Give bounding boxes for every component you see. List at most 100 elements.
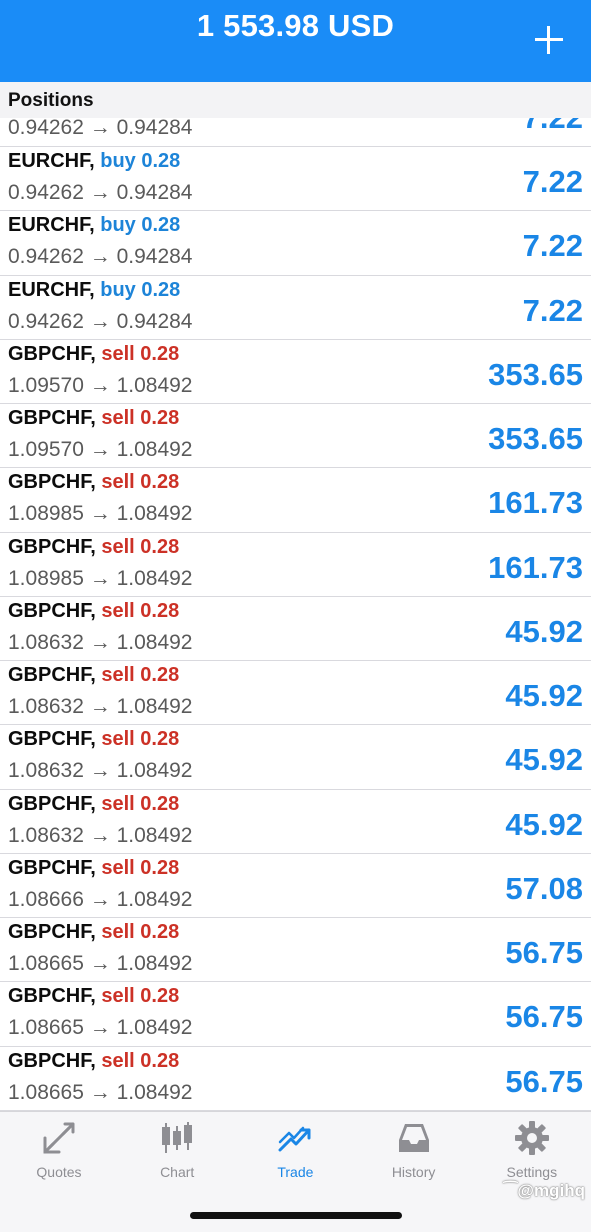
position-side-volume: sell 0.28 [101, 1049, 180, 1072]
position-title: GBPCHF, sell 0.28 [8, 1050, 179, 1073]
position-row[interactable]: GBPCHF, sell 0.28 1.08632 → 1.08492 45.92 [0, 725, 591, 790]
tab-chart[interactable]: Chart [118, 1112, 236, 1192]
position-profit: 56.75 [505, 999, 583, 1035]
position-symbol: GBPCHF, [8, 921, 96, 943]
tab-settings[interactable]: Settings [473, 1112, 591, 1192]
position-row[interactable]: EURCHF, buy 0.28 0.94262 → 0.94284 7.22 [0, 276, 591, 340]
position-prices: 1.08632 → 1.08492 [8, 823, 193, 847]
position-title: GBPCHF, sell 0.28 [8, 664, 179, 687]
positions-list[interactable]: 0.94262 → 0.94284 7.22 EURCHF, buy 0.28 0… [0, 118, 591, 1111]
positions-section-header: Positions [0, 82, 591, 118]
position-title: EURCHF, buy 0.28 [8, 150, 180, 173]
position-title: EURCHF, buy 0.28 [8, 214, 180, 237]
candlestick-chart-icon [159, 1120, 195, 1156]
position-symbol: EURCHF, [8, 150, 95, 172]
position-row-partial[interactable]: 0.94262 → 0.94284 7.22 [0, 118, 591, 147]
account-balance-title: 1 553.98 USD [196, 8, 395, 43]
position-title: GBPCHF, sell 0.28 [8, 536, 179, 559]
position-title: GBPCHF, sell 0.28 [8, 471, 179, 494]
position-side-volume: sell 0.28 [101, 535, 180, 558]
position-prices: 0.94262 → 0.94284 [8, 118, 193, 139]
tab-label: Chart [160, 1164, 195, 1180]
position-row[interactable]: EURCHF, buy 0.28 0.94262 → 0.94284 7.22 [0, 147, 591, 212]
position-profit: 56.75 [505, 935, 583, 970]
position-row[interactable]: GBPCHF, sell 0.28 1.08632 → 1.08492 45.92 [0, 661, 591, 726]
position-row[interactable]: GBPCHF, sell 0.28 1.08665 → 1.08492 56.75 [0, 982, 591, 1047]
position-row[interactable]: GBPCHF, sell 0.28 1.09570 → 1.08492 353.65 [0, 404, 591, 469]
section-title: Positions [8, 90, 94, 111]
position-side-volume: sell 0.28 [101, 471, 180, 494]
position-side-volume: buy 0.28 [100, 214, 181, 237]
tab-label: Quotes [36, 1164, 82, 1180]
position-symbol: GBPCHF, [8, 535, 96, 558]
position-row[interactable]: GBPCHF, sell 0.28 1.08985 → 1.08492 161.73 [0, 533, 591, 597]
position-profit: 161.73 [488, 485, 583, 521]
position-symbol: EURCHF, [8, 278, 95, 301]
position-prices: 0.94262 → 0.94284 [8, 245, 193, 269]
position-title: GBPCHF, sell 0.28 [8, 343, 179, 366]
position-profit: 45.92 [505, 613, 583, 649]
tab-label: Trade [277, 1164, 314, 1180]
position-row[interactable]: GBPCHF, sell 0.28 1.08632 → 1.08492 45.92 [0, 597, 591, 661]
top-bar: 1 553.98 USD [0, 0, 591, 82]
position-row[interactable]: GBPCHF, sell 0.28 1.08666 → 1.08492 57.08 [0, 854, 591, 918]
position-row[interactable]: EURCHF, buy 0.28 0.94262 → 0.94284 7.22 [0, 211, 591, 276]
position-profit: 353.65 [488, 356, 583, 392]
position-row[interactable]: GBPCHF, sell 0.28 1.08985 → 1.08492 161.73 [0, 468, 591, 533]
position-prices: 1.08665 → 1.08492 [8, 1080, 193, 1104]
position-profit: 45.92 [505, 806, 583, 842]
inbox-tray-icon [396, 1120, 432, 1156]
position-prices: 0.94262 → 0.94284 [8, 309, 193, 333]
position-profit: 45.92 [505, 742, 583, 778]
position-symbol: GBPCHF, [8, 985, 96, 1008]
watermark: ⁀@mgihq [503, 1181, 585, 1200]
position-symbol: GBPCHF, [8, 1049, 96, 1072]
position-side-volume: sell 0.28 [101, 407, 180, 429]
position-side-volume: sell 0.28 [101, 792, 180, 815]
position-symbol: GBPCHF, [8, 792, 96, 815]
tab-quotes[interactable]: Quotes [0, 1112, 118, 1192]
position-prices: 1.08665 → 1.08492 [8, 952, 193, 975]
tab-label: History [391, 1164, 436, 1180]
position-symbol: GBPCHF, [8, 471, 96, 494]
position-title: GBPCHF, sell 0.28 [8, 857, 179, 880]
position-side-volume: sell 0.28 [101, 664, 180, 686]
position-title: GBPCHF, sell 0.28 [8, 600, 179, 623]
position-side-volume: sell 0.28 [101, 599, 180, 622]
trade-icon [277, 1120, 313, 1156]
position-symbol: GBPCHF, [8, 664, 96, 686]
position-prices: 1.09570 → 1.08492 [8, 373, 193, 397]
position-symbol: GBPCHF, [8, 599, 96, 622]
position-side-volume: buy 0.28 [100, 278, 181, 301]
home-indicator [190, 1212, 402, 1219]
tab-history[interactable]: History [355, 1112, 473, 1192]
plus-icon[interactable] [533, 24, 565, 56]
tab-trade[interactable]: Trade [236, 1112, 354, 1192]
position-prices: 1.08632 → 1.08492 [8, 630, 193, 654]
position-row[interactable]: GBPCHF, sell 0.28 1.08665 → 1.08492 56.75 [0, 1047, 591, 1111]
position-row[interactable]: GBPCHF, sell 0.28 1.08632 → 1.08492 45.92 [0, 790, 591, 854]
position-prices: 1.08985 → 1.08492 [8, 502, 193, 526]
position-profit: 7.22 [522, 228, 583, 264]
position-profit: 353.65 [488, 421, 583, 456]
position-profit: 56.75 [505, 1063, 583, 1099]
position-symbol: GBPCHF, [8, 856, 96, 879]
position-profit: 7.22 [523, 118, 583, 136]
position-prices: 1.08632 → 1.08492 [8, 695, 193, 718]
position-side-volume: buy 0.28 [100, 150, 181, 172]
position-title: EURCHF, buy 0.28 [8, 279, 180, 302]
position-row[interactable]: GBPCHF, sell 0.28 1.08665 → 1.08492 56.75 [0, 918, 591, 983]
position-symbol: GBPCHF, [8, 407, 96, 429]
gear-icon [514, 1120, 550, 1156]
position-row[interactable]: GBPCHF, sell 0.28 1.09570 → 1.08492 353.65 [0, 340, 591, 404]
position-prices: 1.08666 → 1.08492 [8, 887, 193, 911]
position-prices: 0.94262 → 0.94284 [8, 181, 193, 204]
position-title: GBPCHF, sell 0.28 [8, 921, 179, 944]
position-prices: 1.08665 → 1.08492 [8, 1016, 193, 1040]
position-profit: 7.22 [522, 164, 583, 199]
tab-label: Settings [506, 1164, 558, 1180]
position-profit: 161.73 [488, 549, 583, 585]
position-title: GBPCHF, sell 0.28 [8, 793, 179, 816]
position-symbol: GBPCHF, [8, 728, 96, 751]
position-side-volume: sell 0.28 [101, 921, 180, 943]
